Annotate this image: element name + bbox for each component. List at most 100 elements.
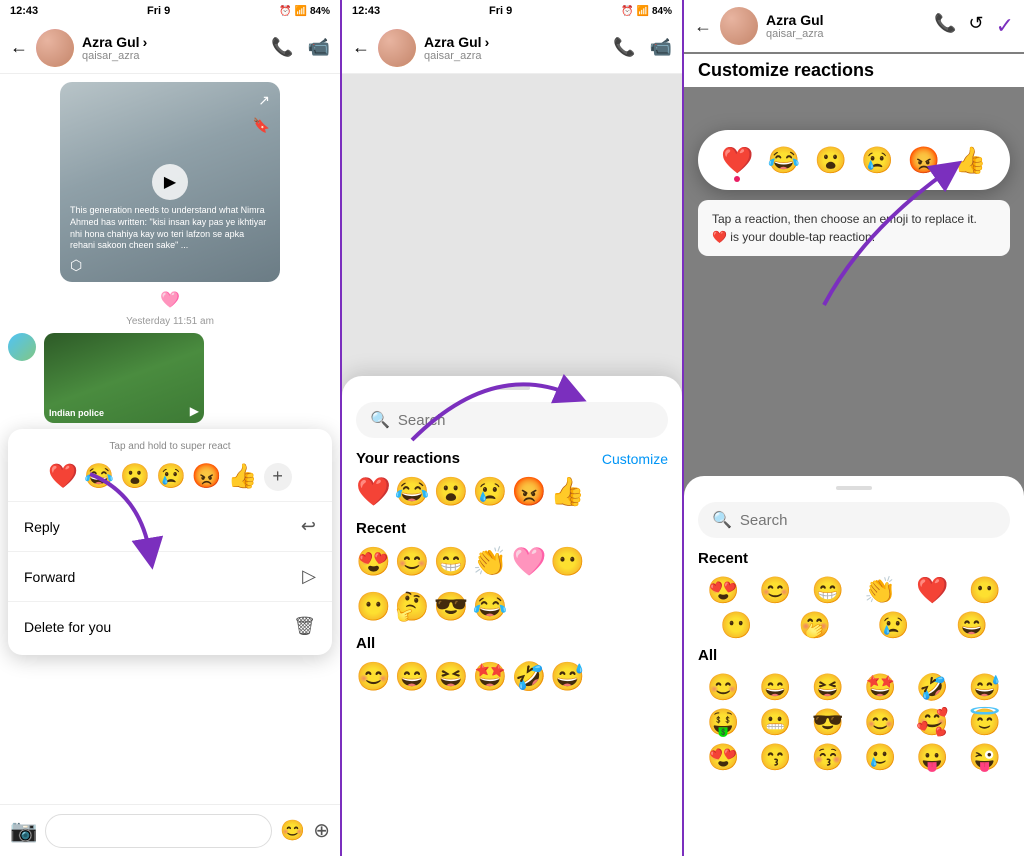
search-bar-2[interactable]: 🔍 — [356, 402, 668, 438]
reaction-angry[interactable]: 😡 — [192, 462, 222, 491]
context-menu-1: Tap and hold to super react ❤️ 😂 😮 😢 😡 👍… — [8, 429, 332, 655]
rec-emoji-1[interactable]: 😍 — [356, 545, 391, 578]
yr-emoji-1[interactable]: ❤️ — [356, 475, 391, 508]
r3-6[interactable]: 😶 — [960, 575, 1010, 606]
sticker-icon-1[interactable]: 😊 — [280, 818, 305, 843]
rec-emoji-9[interactable]: 😎 — [434, 590, 469, 623]
contact-name-1: Azra Gul › — [82, 34, 263, 50]
all-emoji-2[interactable]: 😄 — [395, 660, 430, 693]
a3-9[interactable]: 😎 — [803, 707, 853, 738]
r3-2[interactable]: 😊 — [750, 575, 800, 606]
r3-7[interactable]: 😶 — [698, 610, 775, 641]
message-input-1[interactable] — [45, 814, 272, 848]
r3-10[interactable]: 😄 — [934, 610, 1011, 641]
search-input-3[interactable] — [740, 512, 996, 529]
a3-12[interactable]: 😇 — [960, 707, 1010, 738]
reaction-laugh[interactable]: 😂 — [84, 462, 114, 491]
picker-thumbs[interactable]: 👍 — [954, 145, 986, 176]
r3-3[interactable]: 😁 — [803, 575, 853, 606]
phone-icon-3[interactable]: 📞 — [934, 13, 956, 39]
reaction-thumbs[interactable]: 👍 — [228, 462, 258, 491]
all-emoji-4[interactable]: 🤩 — [473, 660, 508, 693]
r3-9[interactable]: 😢 — [855, 610, 932, 641]
back-button-1[interactable]: ← — [10, 37, 28, 58]
video-message-1[interactable]: ▶ This generation needs to understand wh… — [60, 82, 280, 282]
a3-13[interactable]: 😍 — [698, 742, 748, 773]
search-input-2[interactable] — [398, 412, 654, 429]
rec-emoji-8[interactable]: 🤔 — [395, 590, 430, 623]
a3-5[interactable]: 🤣 — [907, 672, 957, 703]
search-bar-3[interactable]: 🔍 — [698, 502, 1010, 538]
a3-7[interactable]: 🤑 — [698, 707, 748, 738]
back-button-3[interactable]: ← — [694, 16, 712, 37]
reel-message-1[interactable]: Indian police ▶ — [8, 333, 332, 423]
yr-emoji-5[interactable]: 😡 — [512, 475, 547, 508]
header-actions-3: 📞 ↺ ✓ — [934, 13, 1014, 39]
rec-emoji-2[interactable]: 😊 — [395, 545, 430, 578]
picker-laugh[interactable]: 😂 — [768, 145, 800, 176]
camera-icon-1[interactable]: 📷 — [10, 818, 37, 844]
r3-4[interactable]: 👏 — [855, 575, 905, 606]
undo-icon-3[interactable]: ↺ — [968, 13, 983, 39]
all-emoji-6[interactable]: 😅 — [550, 660, 585, 693]
a3-3[interactable]: 😆 — [803, 672, 853, 703]
rec-emoji-7[interactable]: 😶 — [356, 590, 391, 623]
customize-link[interactable]: Customize — [602, 451, 668, 467]
menu-reply[interactable]: Reply ↩ — [8, 506, 332, 547]
video-icon-2[interactable]: 📹 — [650, 37, 672, 58]
a3-17[interactable]: 😛 — [907, 742, 957, 773]
reaction-wow[interactable]: 😮 — [120, 462, 150, 491]
a3-6[interactable]: 😅 — [960, 672, 1010, 703]
status-icons-1: ⏰ 📶 84% — [279, 6, 330, 17]
a3-8[interactable]: 😬 — [750, 707, 800, 738]
reaction-heart[interactable]: ❤️ — [48, 462, 78, 491]
a3-15[interactable]: 😚 — [803, 742, 853, 773]
rec-emoji-6[interactable]: 😶 — [550, 545, 585, 578]
a3-16[interactable]: 🥲 — [855, 742, 905, 773]
alarm-icon: ⏰ — [279, 6, 291, 17]
rec-emoji-5[interactable]: 🩷 — [512, 545, 547, 578]
r3-1[interactable]: 😍 — [698, 575, 748, 606]
menu-forward[interactable]: Forward ▷ — [8, 556, 332, 597]
recent-row-3a: 😍 😊 😁 👏 ❤️ 😶 — [698, 575, 1010, 606]
picker-angry[interactable]: 😡 — [908, 145, 940, 176]
a3-14[interactable]: 😙 — [750, 742, 800, 773]
a3-11[interactable]: 🥰 — [907, 707, 957, 738]
yr-emoji-6[interactable]: 👍 — [550, 475, 585, 508]
a3-2[interactable]: 😄 — [750, 672, 800, 703]
rec-emoji-4[interactable]: 👏 — [473, 545, 508, 578]
instruction-text: Tap a reaction, then choose an emoji to … — [698, 200, 1010, 256]
emoji-bottom-sheet-2: 🔍 Your reactions Customize ❤️ 😂 😮 😢 😡 👍 … — [342, 376, 682, 856]
yr-emoji-3[interactable]: 😮 — [434, 475, 469, 508]
check-icon-3[interactable]: ✓ — [996, 13, 1014, 39]
r3-8[interactable]: 🤭 — [777, 610, 854, 641]
all-emoji-5[interactable]: 🤣 — [512, 660, 547, 693]
a3-10[interactable]: 😊 — [855, 707, 905, 738]
video-icon-1[interactable]: 📹 — [308, 37, 330, 58]
header-info-1: Azra Gul › qaisar_azra — [82, 34, 263, 62]
back-button-2[interactable]: ← — [352, 37, 370, 58]
delete-icon: 🗑 — [293, 616, 316, 637]
a3-1[interactable]: 😊 — [698, 672, 748, 703]
picker-wow[interactable]: 😮 — [814, 145, 846, 176]
yr-emoji-2[interactable]: 😂 — [395, 475, 430, 508]
menu-delete[interactable]: Delete for you 🗑 — [8, 606, 332, 647]
r3-5[interactable]: ❤️ — [907, 575, 957, 606]
all-emoji-1[interactable]: 😊 — [356, 660, 391, 693]
add-icon-1[interactable]: ⊕ — [313, 818, 330, 843]
a3-4[interactable]: 🤩 — [855, 672, 905, 703]
sheet-handle-2 — [494, 386, 530, 390]
all-emoji-3[interactable]: 😆 — [434, 660, 469, 693]
yr-emoji-4[interactable]: 😢 — [473, 475, 508, 508]
a3-18[interactable]: 😜 — [960, 742, 1010, 773]
reaction-cry[interactable]: 😢 — [156, 462, 186, 491]
rec-emoji-3[interactable]: 😁 — [434, 545, 469, 578]
contact-name-3: Azra Gul — [766, 12, 934, 28]
reaction-add-button[interactable]: + — [264, 463, 292, 491]
phone-icon-1[interactable]: 📞 — [271, 37, 293, 58]
play-button-1[interactable]: ▶ — [152, 164, 188, 200]
rec-emoji-10[interactable]: 😂 — [473, 590, 508, 623]
picker-heart[interactable]: ❤️ — [721, 145, 753, 176]
phone-icon-2[interactable]: 📞 — [613, 37, 635, 58]
picker-sad[interactable]: 😢 — [861, 145, 893, 176]
